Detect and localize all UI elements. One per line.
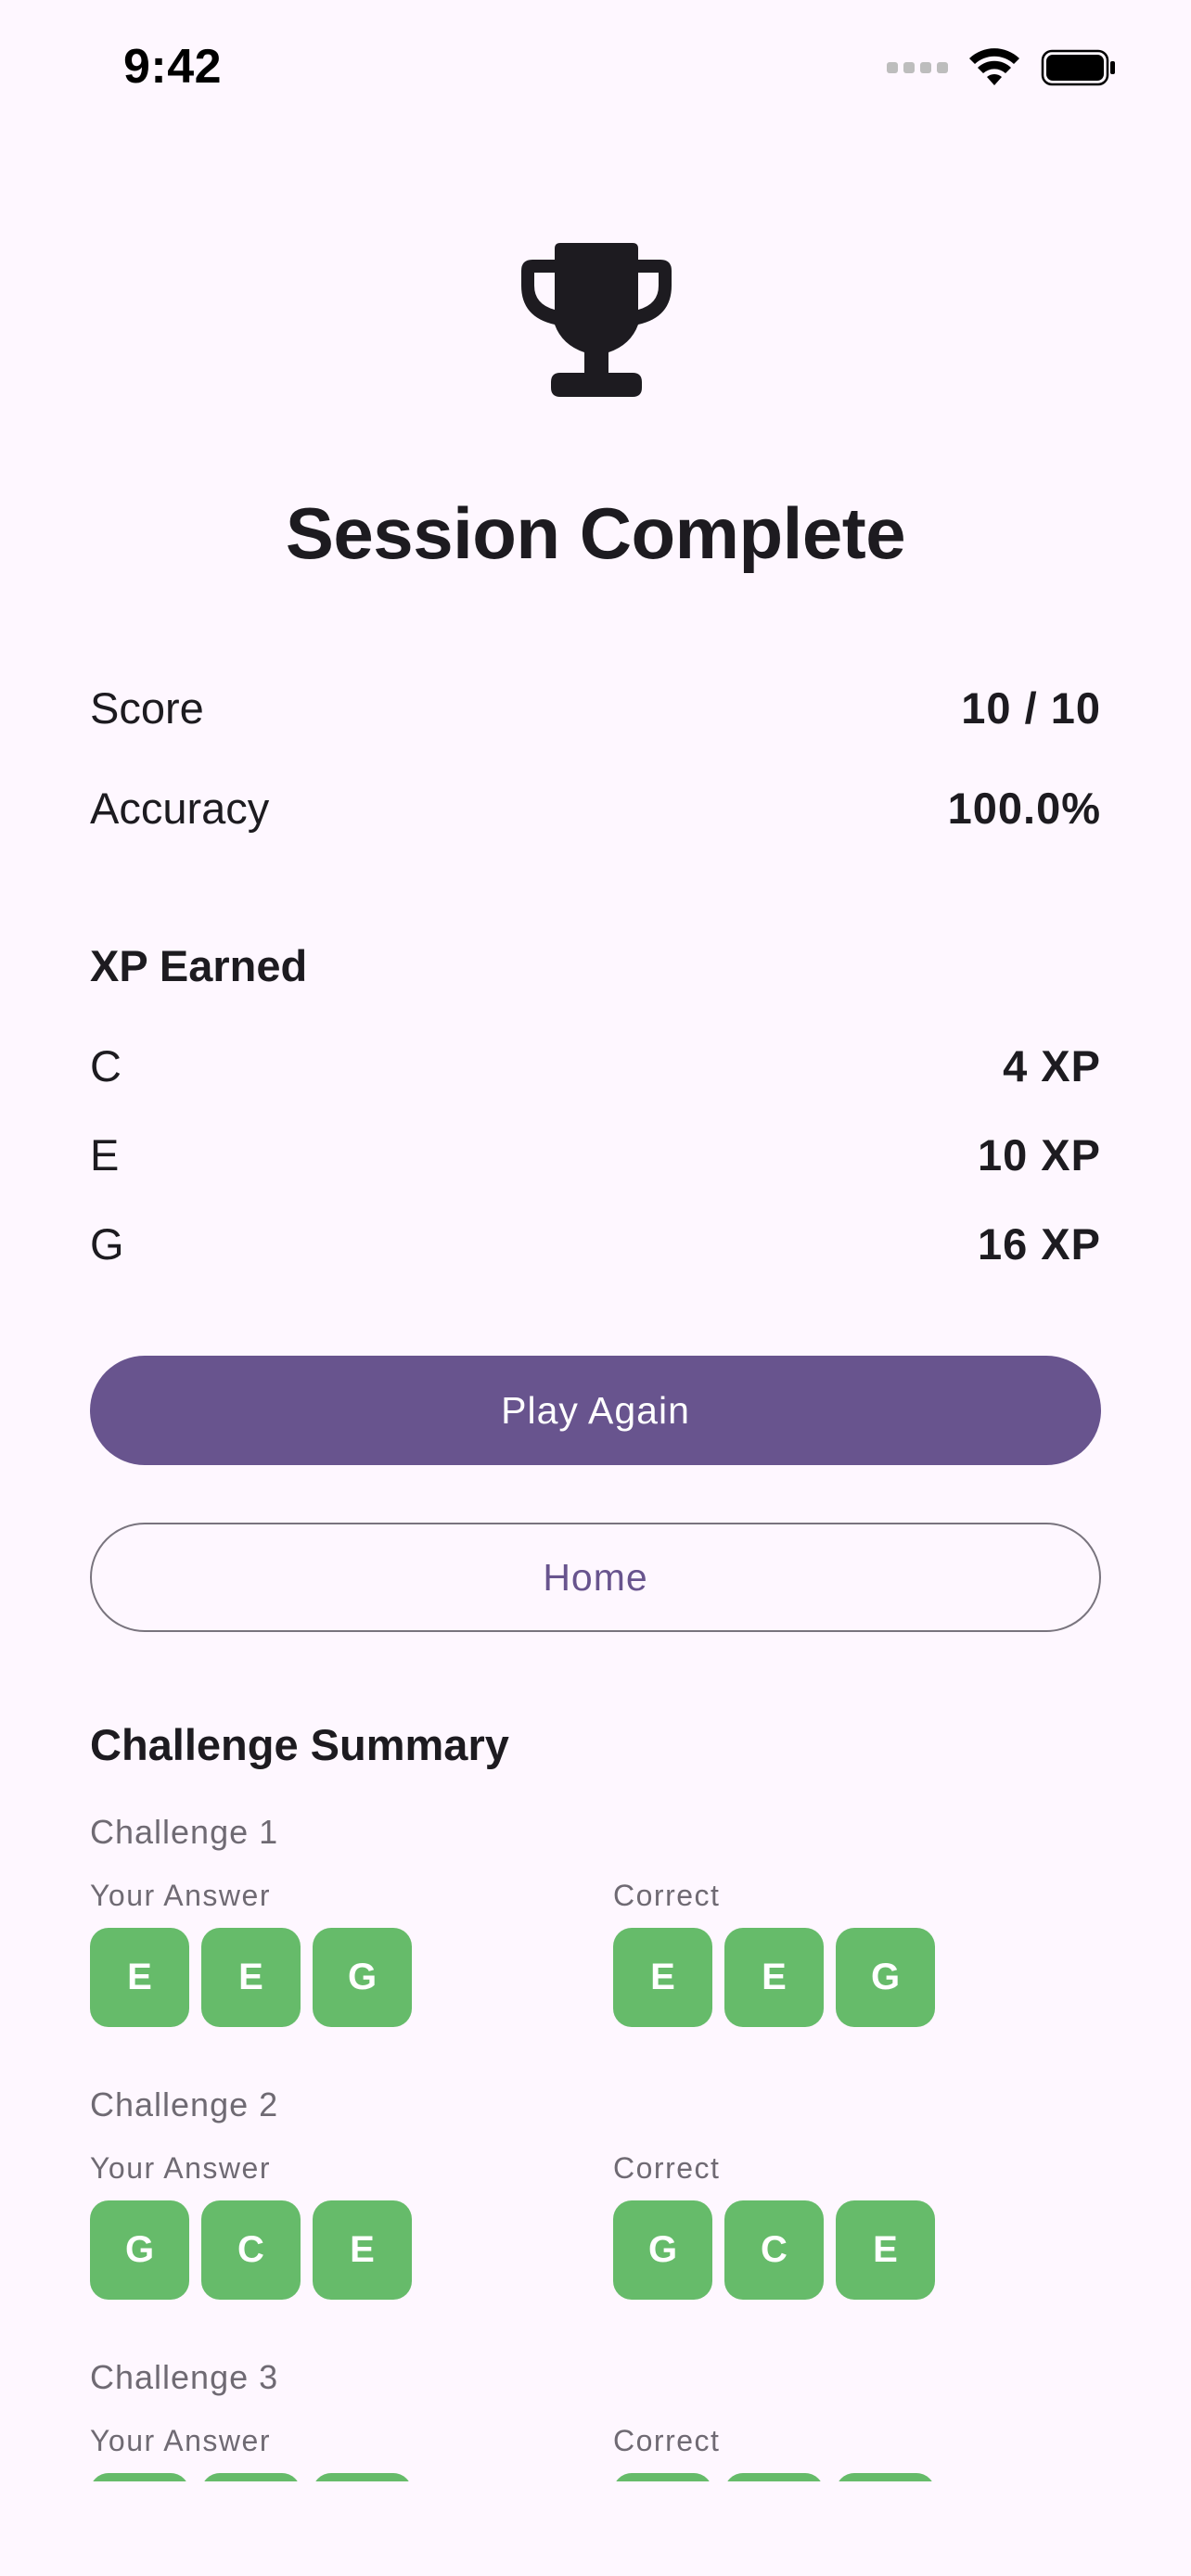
home-button[interactable]: Home <box>90 1523 1101 1632</box>
answer-tile: E <box>313 2200 412 2300</box>
xp-label: E <box>90 1130 120 1180</box>
xp-label: G <box>90 1219 124 1269</box>
answer-tile: C <box>201 2200 301 2300</box>
correct-tile: E <box>836 2200 935 2300</box>
score-row: Score 10 / 10 <box>90 682 1101 733</box>
page-title: Session Complete <box>285 492 906 574</box>
correct-tiles: E E G <box>613 1928 935 2027</box>
xp-row-g: G 16 XP <box>90 1218 1101 1269</box>
correct-tile: G <box>836 1928 935 2027</box>
challenge-summary-heading: Challenge Summary <box>90 1720 509 1769</box>
xp-value: 4 XP <box>1003 1041 1101 1090</box>
correct-tile <box>613 2473 712 2481</box>
accuracy-value: 100.0% <box>947 784 1101 833</box>
score-label: Score <box>90 683 204 733</box>
scroll-content[interactable]: Session Complete Score 10 / 10 Accuracy … <box>0 0 1191 2481</box>
answer-tile: G <box>313 1928 412 2027</box>
accuracy-row: Accuracy 100.0% <box>90 783 1101 834</box>
challenge-label: Challenge 2 <box>90 2085 279 2123</box>
accuracy-label: Accuracy <box>90 784 270 833</box>
answer-tile: E <box>201 1928 301 2027</box>
xp-value: 16 XP <box>977 1219 1101 1269</box>
answer-tile <box>313 2473 412 2481</box>
xp-heading: XP Earned <box>90 941 308 990</box>
your-answer-label: Your Answer <box>90 2151 271 2185</box>
your-answer-tiles: G C E <box>90 2200 412 2300</box>
correct-label: Correct <box>613 1879 721 1912</box>
challenge-label: Challenge 1 <box>90 1813 279 1851</box>
answer-tile <box>90 2473 189 2481</box>
xp-row-c: C 4 XP <box>90 1040 1101 1091</box>
correct-tile <box>836 2473 935 2481</box>
your-answer-tiles: E E G <box>90 1928 412 2027</box>
session-complete-screen: 9:42 Session Complete Score 10 / 10 Accu… <box>0 0 1191 2576</box>
xp-label: C <box>90 1041 122 1090</box>
answer-tile: G <box>90 2200 189 2300</box>
correct-label: Correct <box>613 2424 721 2457</box>
xp-value: 10 XP <box>977 1130 1101 1180</box>
xp-row-e: E 10 XP <box>90 1129 1101 1180</box>
your-answer-label: Your Answer <box>90 1879 271 1912</box>
your-answer-label: Your Answer <box>90 2424 271 2457</box>
correct-tiles: G C E <box>613 2200 935 2300</box>
score-value: 10 / 10 <box>961 683 1101 733</box>
correct-tiles <box>613 2473 935 2481</box>
play-again-button[interactable]: Play Again <box>90 1356 1101 1465</box>
correct-tile: G <box>613 2200 712 2300</box>
answer-tile <box>201 2473 301 2481</box>
correct-tile: E <box>613 1928 712 2027</box>
correct-label: Correct <box>613 2151 721 2185</box>
correct-tile: E <box>724 1928 824 2027</box>
correct-tile: C <box>724 2200 824 2300</box>
trophy-icon <box>521 243 672 397</box>
answer-tile: E <box>90 1928 189 2027</box>
correct-tile <box>724 2473 824 2481</box>
challenge-label: Challenge 3 <box>90 2358 279 2396</box>
your-answer-tiles <box>90 2473 412 2481</box>
